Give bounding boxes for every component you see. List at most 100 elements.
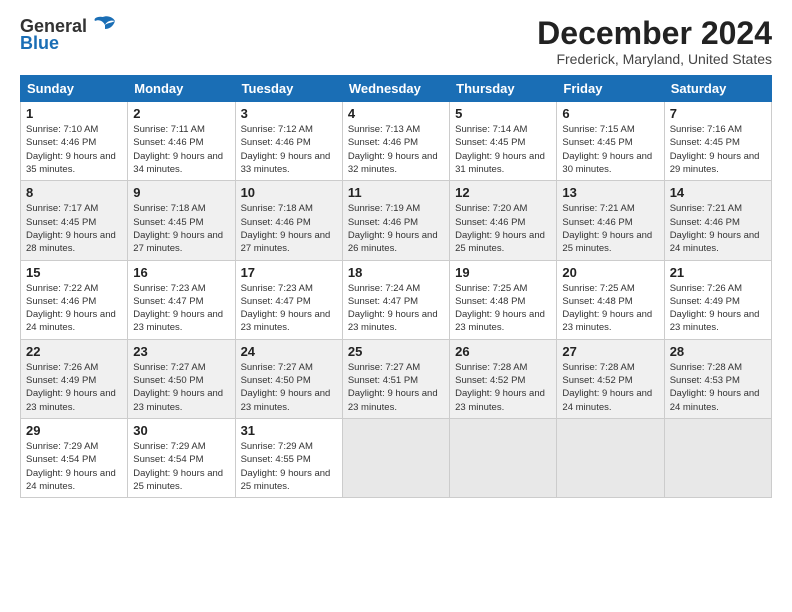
calendar-cell: 27 Sunrise: 7:28 AM Sunset: 4:52 PM Dayli… bbox=[557, 339, 664, 418]
day-number: 22 bbox=[26, 344, 122, 359]
calendar-cell: 17 Sunrise: 7:23 AM Sunset: 4:47 PM Dayli… bbox=[235, 260, 342, 339]
day-info: Sunrise: 7:11 AM Sunset: 4:46 PM Dayligh… bbox=[133, 123, 229, 176]
day-number: 13 bbox=[562, 185, 658, 200]
day-number: 6 bbox=[562, 106, 658, 121]
calendar-cell: 28Sunrise: 7:28 AM Sunset: 4:53 PM Dayli… bbox=[664, 339, 771, 418]
day-info: Sunrise: 7:18 AM Sunset: 4:45 PM Dayligh… bbox=[133, 202, 229, 255]
day-info: Sunrise: 7:23 AM Sunset: 4:47 PM Dayligh… bbox=[241, 282, 337, 335]
header-area: General Blue December 2024 Frederick, Ma… bbox=[20, 16, 772, 67]
day-number: 20 bbox=[562, 265, 658, 280]
day-number: 19 bbox=[455, 265, 551, 280]
day-info: Sunrise: 7:29 AM Sunset: 4:54 PM Dayligh… bbox=[26, 440, 122, 493]
page: General Blue December 2024 Frederick, Ma… bbox=[0, 0, 792, 612]
day-info: Sunrise: 7:27 AM Sunset: 4:51 PM Dayligh… bbox=[348, 361, 444, 414]
calendar-cell bbox=[557, 418, 664, 497]
calendar-cell: 13 Sunrise: 7:21 AM Sunset: 4:46 PM Dayli… bbox=[557, 181, 664, 260]
calendar-cell: 11Sunrise: 7:19 AM Sunset: 4:46 PM Dayli… bbox=[342, 181, 449, 260]
calendar-cell: 26 Sunrise: 7:28 AM Sunset: 4:52 PM Dayli… bbox=[450, 339, 557, 418]
subtitle: Frederick, Maryland, United States bbox=[537, 51, 772, 67]
day-number: 29 bbox=[26, 423, 122, 438]
day-info: Sunrise: 7:14 AM Sunset: 4:45 PM Dayligh… bbox=[455, 123, 551, 176]
title-area: December 2024 Frederick, Maryland, Unite… bbox=[537, 16, 772, 67]
day-info: Sunrise: 7:13 AM Sunset: 4:46 PM Dayligh… bbox=[348, 123, 444, 176]
calendar-cell: 2 Sunrise: 7:11 AM Sunset: 4:46 PM Daylig… bbox=[128, 102, 235, 181]
calendar-cell: 7 Sunrise: 7:16 AM Sunset: 4:45 PM Daylig… bbox=[664, 102, 771, 181]
calendar-cell: 22Sunrise: 7:26 AM Sunset: 4:49 PM Dayli… bbox=[21, 339, 128, 418]
day-info: Sunrise: 7:26 AM Sunset: 4:49 PM Dayligh… bbox=[670, 282, 766, 335]
calendar-cell: 31Sunrise: 7:29 AM Sunset: 4:55 PM Dayli… bbox=[235, 418, 342, 497]
calendar-cell: 29 Sunrise: 7:29 AM Sunset: 4:54 PM Dayli… bbox=[21, 418, 128, 497]
day-number: 25 bbox=[348, 344, 444, 359]
day-info: Sunrise: 7:18 AM Sunset: 4:46 PM Dayligh… bbox=[241, 202, 337, 255]
day-number: 14 bbox=[670, 185, 766, 200]
calendar-week-row: 22Sunrise: 7:26 AM Sunset: 4:49 PM Dayli… bbox=[21, 339, 772, 418]
day-info: Sunrise: 7:20 AM Sunset: 4:46 PM Dayligh… bbox=[455, 202, 551, 255]
calendar-cell: 18Sunrise: 7:24 AM Sunset: 4:47 PM Dayli… bbox=[342, 260, 449, 339]
day-number: 9 bbox=[133, 185, 229, 200]
day-number: 2 bbox=[133, 106, 229, 121]
day-number: 26 bbox=[455, 344, 551, 359]
day-info: Sunrise: 7:29 AM Sunset: 4:54 PM Dayligh… bbox=[133, 440, 229, 493]
day-info: Sunrise: 7:17 AM Sunset: 4:45 PM Dayligh… bbox=[26, 202, 122, 255]
main-title: December 2024 bbox=[537, 16, 772, 51]
calendar-week-row: 15Sunrise: 7:22 AM Sunset: 4:46 PM Dayli… bbox=[21, 260, 772, 339]
calendar-cell: 16Sunrise: 7:23 AM Sunset: 4:47 PM Dayli… bbox=[128, 260, 235, 339]
day-info: Sunrise: 7:25 AM Sunset: 4:48 PM Dayligh… bbox=[455, 282, 551, 335]
day-number: 30 bbox=[133, 423, 229, 438]
day-info: Sunrise: 7:28 AM Sunset: 4:52 PM Dayligh… bbox=[562, 361, 658, 414]
calendar-cell: 6 Sunrise: 7:15 AM Sunset: 4:45 PM Daylig… bbox=[557, 102, 664, 181]
day-number: 12 bbox=[455, 185, 551, 200]
day-number: 23 bbox=[133, 344, 229, 359]
calendar-cell: 9 Sunrise: 7:18 AM Sunset: 4:45 PM Daylig… bbox=[128, 181, 235, 260]
calendar-cell bbox=[342, 418, 449, 497]
calendar-header-saturday: Saturday bbox=[664, 76, 771, 102]
logo-blue: Blue bbox=[20, 33, 59, 54]
calendar-header-wednesday: Wednesday bbox=[342, 76, 449, 102]
day-info: Sunrise: 7:27 AM Sunset: 4:50 PM Dayligh… bbox=[241, 361, 337, 414]
day-number: 27 bbox=[562, 344, 658, 359]
day-info: Sunrise: 7:21 AM Sunset: 4:46 PM Dayligh… bbox=[562, 202, 658, 255]
day-number: 17 bbox=[241, 265, 337, 280]
day-info: Sunrise: 7:28 AM Sunset: 4:52 PM Dayligh… bbox=[455, 361, 551, 414]
calendar-cell: 12 Sunrise: 7:20 AM Sunset: 4:46 PM Dayli… bbox=[450, 181, 557, 260]
day-number: 31 bbox=[241, 423, 337, 438]
calendar-cell: 15Sunrise: 7:22 AM Sunset: 4:46 PM Dayli… bbox=[21, 260, 128, 339]
day-number: 7 bbox=[670, 106, 766, 121]
day-number: 10 bbox=[241, 185, 337, 200]
calendar-cell: 25 Sunrise: 7:27 AM Sunset: 4:51 PM Dayli… bbox=[342, 339, 449, 418]
day-number: 24 bbox=[241, 344, 337, 359]
calendar-header-thursday: Thursday bbox=[450, 76, 557, 102]
day-number: 3 bbox=[241, 106, 337, 121]
calendar-week-row: 1 Sunrise: 7:10 AM Sunset: 4:46 PM Daylig… bbox=[21, 102, 772, 181]
calendar-cell bbox=[450, 418, 557, 497]
calendar-header-monday: Monday bbox=[128, 76, 235, 102]
day-info: Sunrise: 7:15 AM Sunset: 4:45 PM Dayligh… bbox=[562, 123, 658, 176]
calendar-cell: 23 Sunrise: 7:27 AM Sunset: 4:50 PM Dayli… bbox=[128, 339, 235, 418]
calendar-header-tuesday: Tuesday bbox=[235, 76, 342, 102]
day-info: Sunrise: 7:27 AM Sunset: 4:50 PM Dayligh… bbox=[133, 361, 229, 414]
calendar-week-row: 29 Sunrise: 7:29 AM Sunset: 4:54 PM Dayli… bbox=[21, 418, 772, 497]
day-number: 15 bbox=[26, 265, 122, 280]
day-info: Sunrise: 7:21 AM Sunset: 4:46 PM Dayligh… bbox=[670, 202, 766, 255]
calendar-header-row: SundayMondayTuesdayWednesdayThursdayFrid… bbox=[21, 76, 772, 102]
day-number: 8 bbox=[26, 185, 122, 200]
calendar-cell: 21 Sunrise: 7:26 AM Sunset: 4:49 PM Dayli… bbox=[664, 260, 771, 339]
day-info: Sunrise: 7:28 AM Sunset: 4:53 PM Dayligh… bbox=[670, 361, 766, 414]
logo-bird-icon bbox=[89, 15, 117, 37]
day-number: 21 bbox=[670, 265, 766, 280]
day-number: 5 bbox=[455, 106, 551, 121]
calendar-cell: 19 Sunrise: 7:25 AM Sunset: 4:48 PM Dayli… bbox=[450, 260, 557, 339]
day-number: 16 bbox=[133, 265, 229, 280]
calendar-cell: 8 Sunrise: 7:17 AM Sunset: 4:45 PM Daylig… bbox=[21, 181, 128, 260]
day-info: Sunrise: 7:12 AM Sunset: 4:46 PM Dayligh… bbox=[241, 123, 337, 176]
day-info: Sunrise: 7:10 AM Sunset: 4:46 PM Dayligh… bbox=[26, 123, 122, 176]
day-number: 1 bbox=[26, 106, 122, 121]
calendar-cell: 14 Sunrise: 7:21 AM Sunset: 4:46 PM Dayli… bbox=[664, 181, 771, 260]
calendar-cell: 10 Sunrise: 7:18 AM Sunset: 4:46 PM Dayli… bbox=[235, 181, 342, 260]
day-info: Sunrise: 7:16 AM Sunset: 4:45 PM Dayligh… bbox=[670, 123, 766, 176]
calendar-header-sunday: Sunday bbox=[21, 76, 128, 102]
calendar-cell: 24 Sunrise: 7:27 AM Sunset: 4:50 PM Dayli… bbox=[235, 339, 342, 418]
calendar-week-row: 8 Sunrise: 7:17 AM Sunset: 4:45 PM Daylig… bbox=[21, 181, 772, 260]
calendar-header-friday: Friday bbox=[557, 76, 664, 102]
logo: General Blue bbox=[20, 16, 117, 54]
